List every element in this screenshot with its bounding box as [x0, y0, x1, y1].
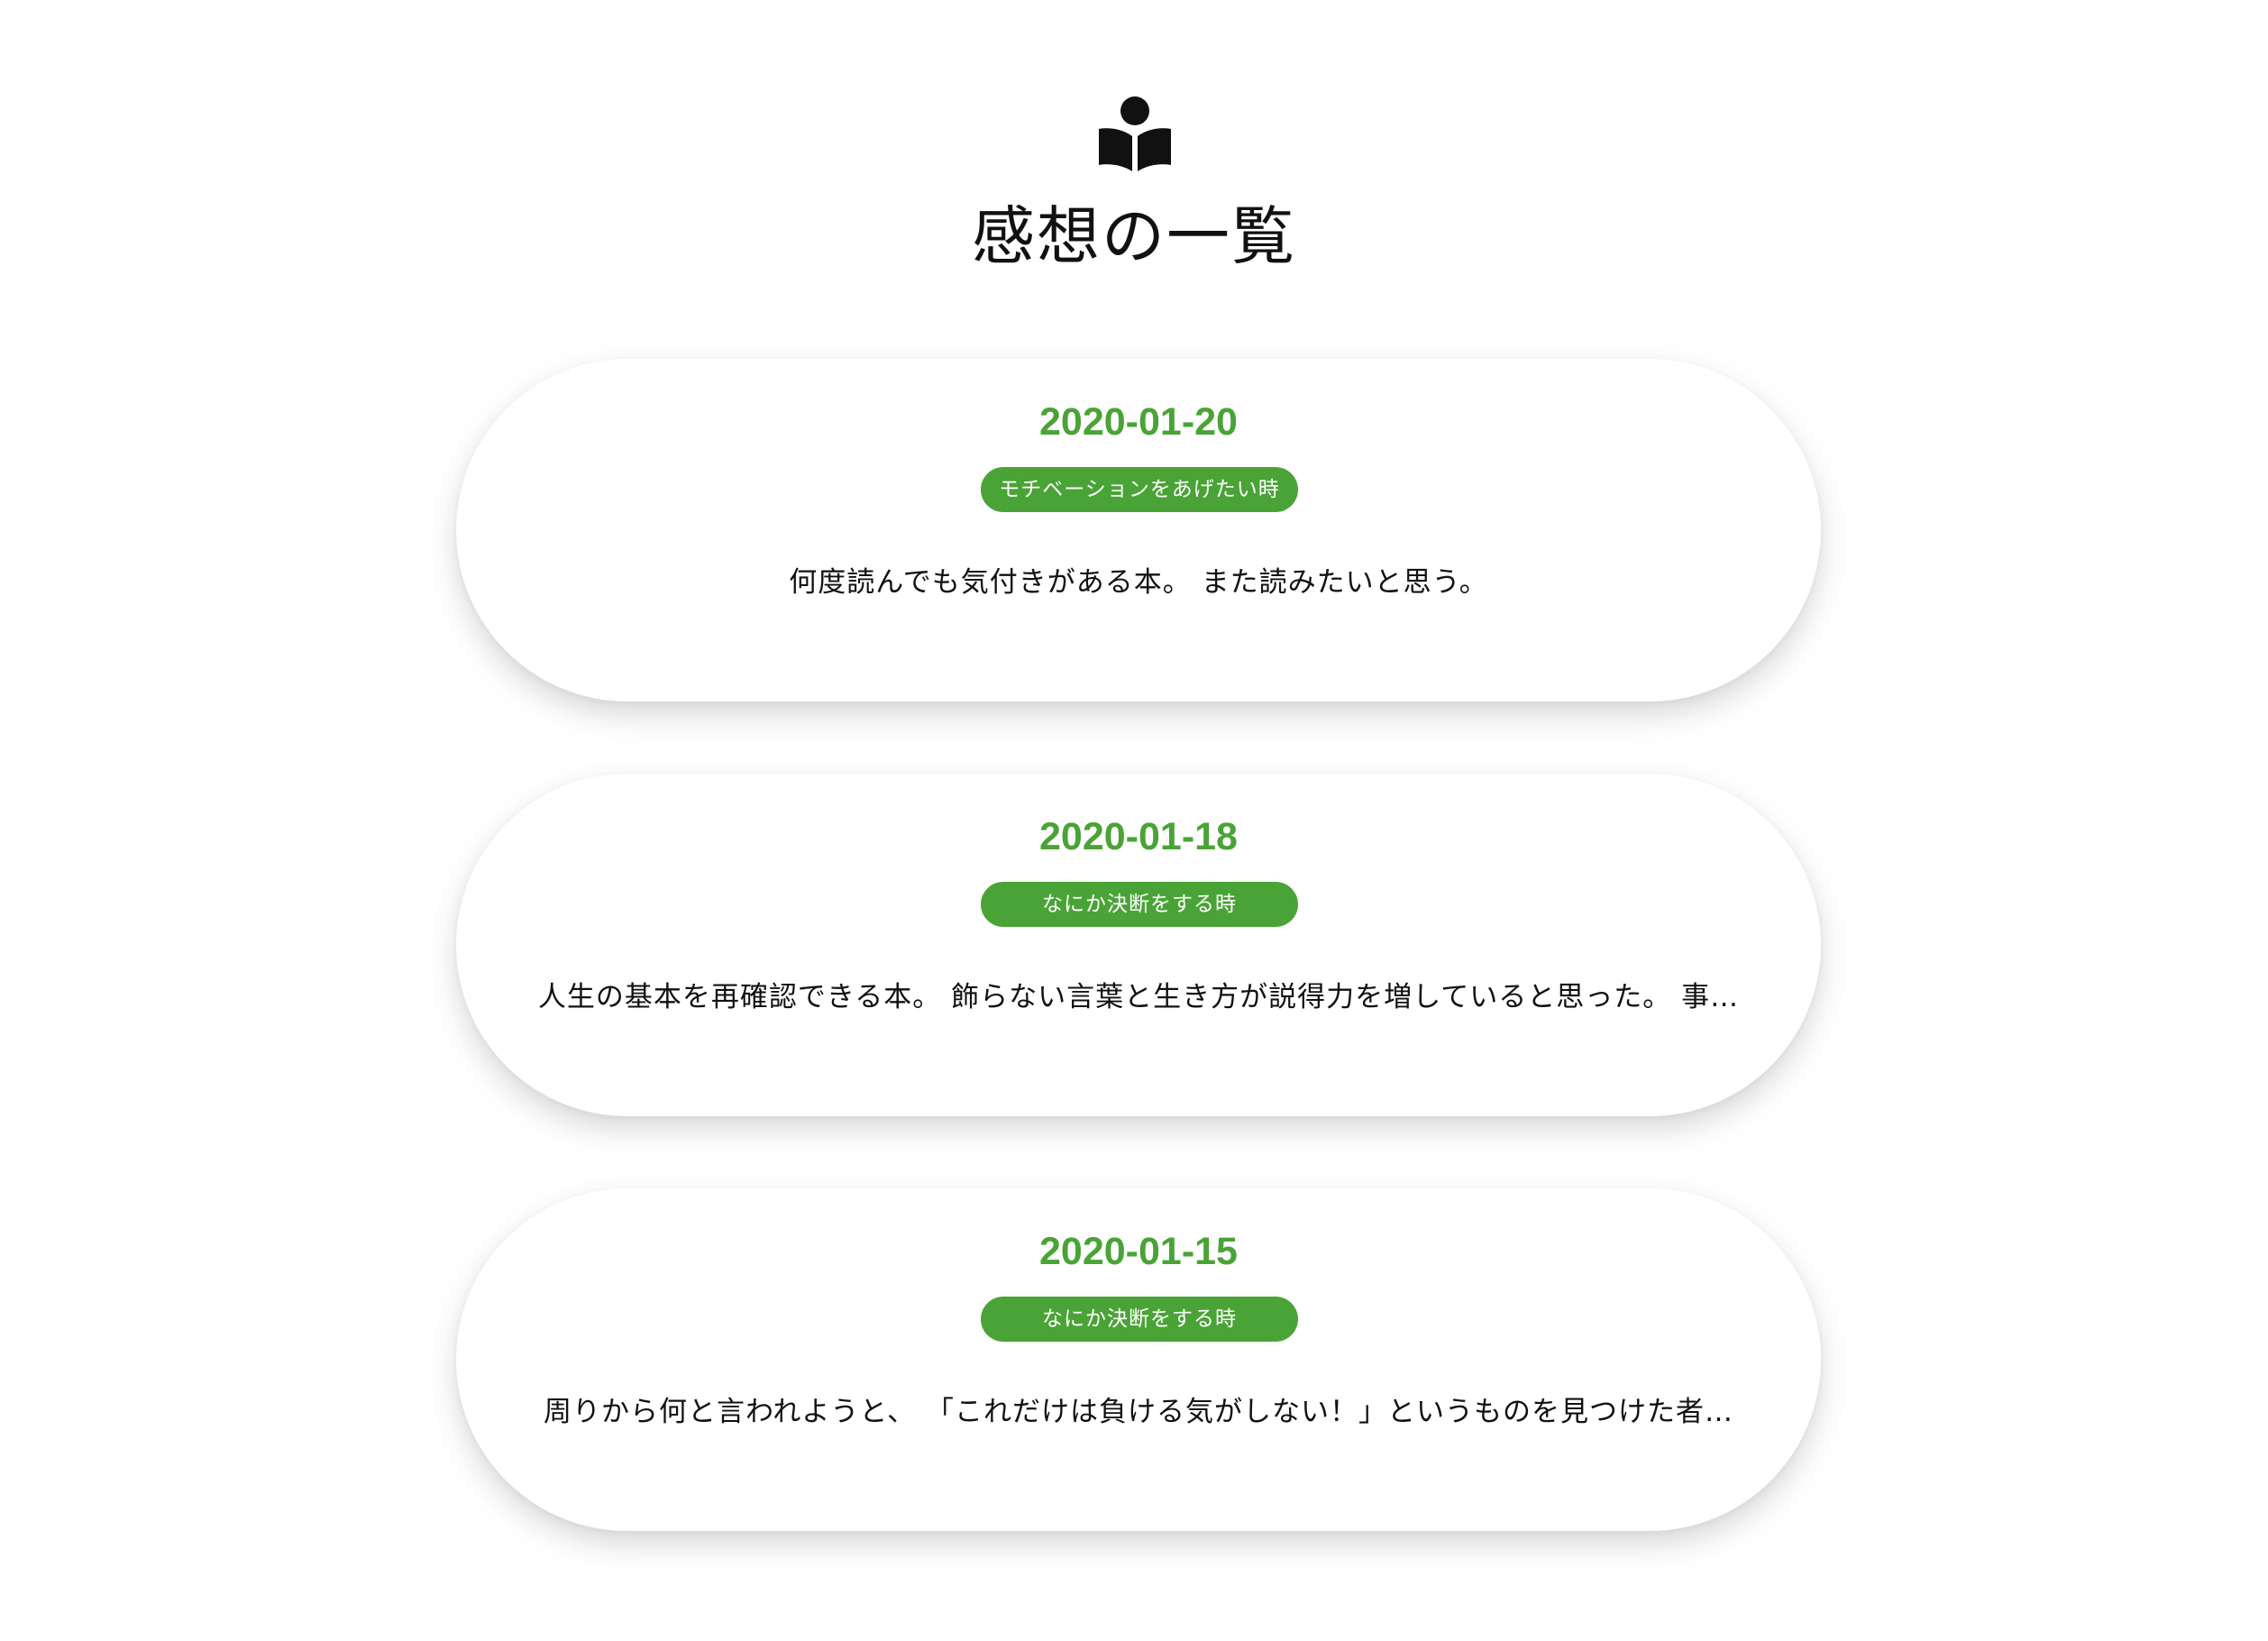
book-reader-icon [1099, 96, 1171, 171]
review-tag: モチベーションをあげたい時 [981, 467, 1298, 512]
review-text: 何度読んでも気付きがある本。 また読みたいと思う。 [789, 566, 1488, 599]
review-tag: なにか決断をする時 [981, 1297, 1298, 1342]
review-card[interactable]: 2020-01-20 モチベーションをあげたい時 何度読んでも気付きがある本。 … [456, 359, 1821, 701]
review-card[interactable]: 2020-01-18 なにか決断をする時 人生の基本を再確認できる本。 飾らない… [456, 774, 1821, 1116]
review-text: 人生の基本を再確認できる本。 飾らない言葉と生き方が説得力を増していると思った。… [537, 981, 1740, 1013]
review-tag: なにか決断をする時 [981, 882, 1298, 927]
review-card[interactable]: 2020-01-15 なにか決断をする時 周りから何と言われようと、 「これだけ… [456, 1188, 1821, 1531]
review-date: 2020-01-20 [1039, 400, 1238, 444]
review-date: 2020-01-15 [1039, 1230, 1238, 1273]
review-text: 周りから何と言われようと、 「これだけは負ける気がしない！」というものを見つけた… [543, 1396, 1734, 1428]
review-date: 2020-01-18 [1039, 815, 1238, 858]
page-title: 感想の一覧 [972, 199, 1296, 273]
